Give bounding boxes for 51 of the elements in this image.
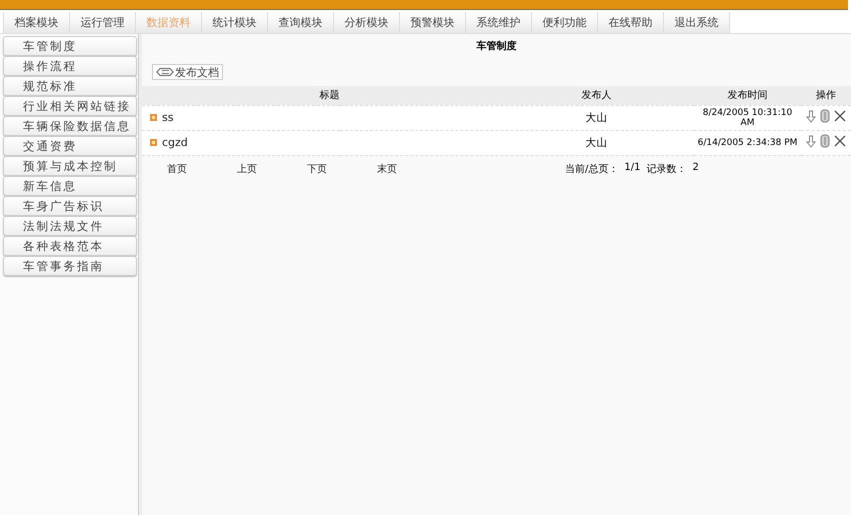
nav-tab[interactable]: 退出系统: [663, 12, 730, 33]
sidebar-item[interactable]: 新车信息: [3, 176, 137, 196]
page-title: 车管制度: [476, 39, 518, 54]
sidebar-item[interactable]: 预算与成本控制: [3, 156, 137, 176]
nav-tab[interactable]: 系统维护: [465, 12, 532, 33]
close-icon[interactable]: [834, 110, 846, 122]
trash-icon[interactable]: [820, 134, 830, 148]
nav-tab[interactable]: 便利功能: [531, 12, 598, 33]
sidebar-item[interactable]: 车辆保险数据信息: [3, 116, 137, 136]
bullet-icon: [150, 139, 157, 146]
pager-link[interactable]: 下页: [307, 162, 377, 176]
table-cell: 大山: [340, 130, 694, 155]
pager-link[interactable]: 末页: [377, 162, 447, 176]
sidebar-item[interactable]: 交通资费: [3, 136, 137, 156]
down-arrow-icon[interactable]: [806, 110, 816, 123]
table-cell: 6/14/2005 2:34:38 PM: [694, 130, 801, 155]
table-cell: 8/24/2005 10:31:10 AM: [694, 105, 801, 130]
document-link[interactable]: ss: [162, 111, 174, 124]
column-header: 标题: [142, 86, 340, 105]
table-cell: 大山: [340, 105, 694, 130]
sidebar-item[interactable]: 车身广告标识: [3, 196, 137, 216]
sidebar-item[interactable]: 各种表格范本: [3, 236, 137, 256]
pager-link[interactable]: 首页: [167, 162, 237, 176]
pencil-icon: [156, 67, 174, 77]
down-arrow-icon[interactable]: [806, 134, 816, 148]
sidebar-item[interactable]: 操作流程: [3, 56, 137, 76]
nav-tab[interactable]: 在线帮助: [597, 12, 664, 33]
nav-tab[interactable]: 分析模块: [333, 12, 400, 33]
sidebar-item[interactable]: 车管制度: [3, 36, 137, 56]
sidebar-item[interactable]: 法制法规文件: [3, 216, 137, 236]
column-header: 发布人: [340, 86, 694, 105]
document-link[interactable]: cgzd: [162, 136, 188, 149]
close-icon[interactable]: [834, 135, 846, 148]
page-label: 当前/总页：: [565, 162, 618, 176]
sidebar-item[interactable]: 车管事务指南: [3, 256, 137, 276]
page-value: 1/1: [624, 162, 640, 174]
nav-tab[interactable]: 统计模块: [201, 12, 268, 33]
nav-tab[interactable]: 档案模块: [3, 12, 70, 33]
nav-tab[interactable]: 预警模块: [399, 12, 466, 33]
count-label: 记录数：: [646, 162, 686, 176]
trash-icon[interactable]: [820, 109, 830, 124]
nav-tab[interactable]: 运行管理: [69, 12, 136, 33]
sidebar-item[interactable]: 规范标准: [3, 76, 137, 96]
sidebar-item[interactable]: 行业相关网站链接: [3, 96, 137, 116]
bullet-icon: [150, 114, 157, 121]
pager-link[interactable]: 上页: [237, 162, 307, 176]
column-header: 操作: [801, 86, 851, 105]
publish-button[interactable]: 发布文档: [152, 64, 223, 80]
nav-tab[interactable]: 查询模块: [267, 12, 334, 33]
column-header: 发布时间: [694, 86, 801, 105]
count-value: 2: [692, 162, 699, 174]
